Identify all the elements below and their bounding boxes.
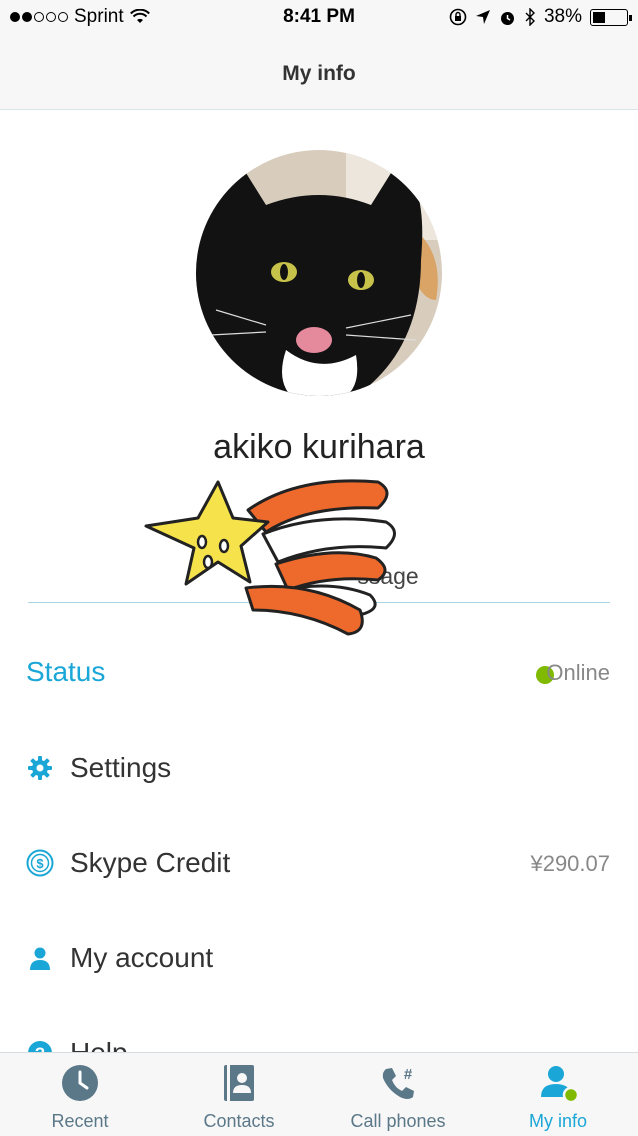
svg-text:#: # [404,1066,413,1083]
skype-credit-row[interactable]: $ Skype Credit ¥290.07 [0,833,638,893]
status-label: Status [26,656,106,687]
orientation-lock-icon [449,8,467,26]
bluetooth-icon [525,8,535,26]
settings-row[interactable]: Settings [0,738,638,798]
my-account-label: My account [70,942,214,973]
tab-bar: Recent Contacts # Call phones My info [0,1052,638,1136]
tab-recent[interactable]: Recent [0,1053,160,1136]
dollar-coin-icon: $ [26,849,54,877]
status-bar: Sprint 8:41 PM 38% [0,0,638,36]
page-title: My info [282,62,356,85]
status-row[interactable]: Status Online [0,642,638,702]
skype-credit-balance: ¥290.07 [530,851,610,876]
tab-call-phones-label: Call phones [350,1111,446,1131]
person-online-icon [541,1066,578,1103]
my-account-row[interactable]: My account [0,928,638,988]
svg-text:$: $ [36,856,44,871]
status-icons: 38% [449,6,632,28]
shooting-star-sticker [144,479,396,636]
status-value: Online [546,660,610,685]
profile-avatar[interactable] [196,150,442,396]
phone-keypad-icon: # [382,1066,414,1099]
battery-icon [590,8,632,26]
battery-percent: 38% [543,6,582,27]
clock-icon [62,1065,98,1101]
nav-header: My info [0,36,638,110]
display-name: akiko kurihara [213,428,425,466]
skype-credit-label: Skype Credit [70,847,231,878]
gear-icon [28,756,52,780]
cat-photo [196,150,442,396]
tab-call-phones[interactable]: # Call phones [318,1053,478,1136]
person-icon [30,947,50,970]
contact-book-icon [224,1065,254,1101]
tab-recent-label: Recent [51,1111,109,1131]
location-arrow-icon [475,10,490,24]
tab-my-info[interactable]: My info [478,1053,638,1136]
tab-contacts-label: Contacts [203,1111,275,1131]
tab-contacts[interactable]: Contacts [159,1053,319,1136]
tab-my-info-label: My info [528,1111,588,1131]
alarm-icon [500,11,514,25]
settings-label: Settings [70,752,172,783]
